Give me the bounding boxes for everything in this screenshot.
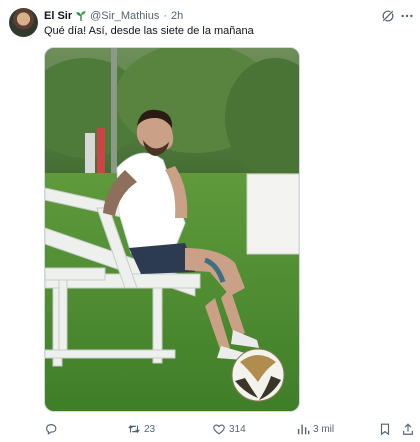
photo-canvas xyxy=(45,48,299,411)
bookmark-button[interactable] xyxy=(378,421,392,437)
reply-icon xyxy=(46,424,57,435)
like-count: 314 xyxy=(229,423,246,435)
separator-dot: · xyxy=(163,10,168,22)
views-count: 3 mil xyxy=(313,423,335,435)
tweet-header: El Sir @Sir_Mathius · 2h xyxy=(44,9,183,23)
display-name[interactable]: El Sir xyxy=(44,10,72,22)
tweet-text: Qué día! Así, desde las siete de la maña… xyxy=(44,25,254,37)
retweet-icon xyxy=(128,425,140,433)
share-icon xyxy=(403,423,413,435)
action-bar: 23 314 3 mil xyxy=(44,421,416,437)
like-button[interactable]: 314 xyxy=(212,421,246,437)
avatar[interactable] xyxy=(9,8,38,37)
reply-button[interactable] xyxy=(44,421,61,437)
retweet-button[interactable]: 23 xyxy=(127,421,155,437)
timestamp[interactable]: 2h xyxy=(171,10,183,22)
bookmark-icon xyxy=(380,423,390,436)
like-icon xyxy=(213,424,225,435)
grok-icon[interactable] xyxy=(381,9,395,23)
more-icon[interactable] xyxy=(400,9,414,23)
retweet-count: 23 xyxy=(144,423,156,435)
views-button[interactable]: 3 mil xyxy=(296,421,334,437)
views-icon xyxy=(297,424,310,435)
handle[interactable]: @Sir_Mathius xyxy=(90,10,159,22)
tweet-photo[interactable] xyxy=(44,47,300,412)
sprout-icon xyxy=(76,11,86,21)
tweet[interactable]: El Sir @Sir_Mathius · 2h Qué día! Así, d… xyxy=(0,0,420,442)
share-button[interactable] xyxy=(401,421,415,437)
